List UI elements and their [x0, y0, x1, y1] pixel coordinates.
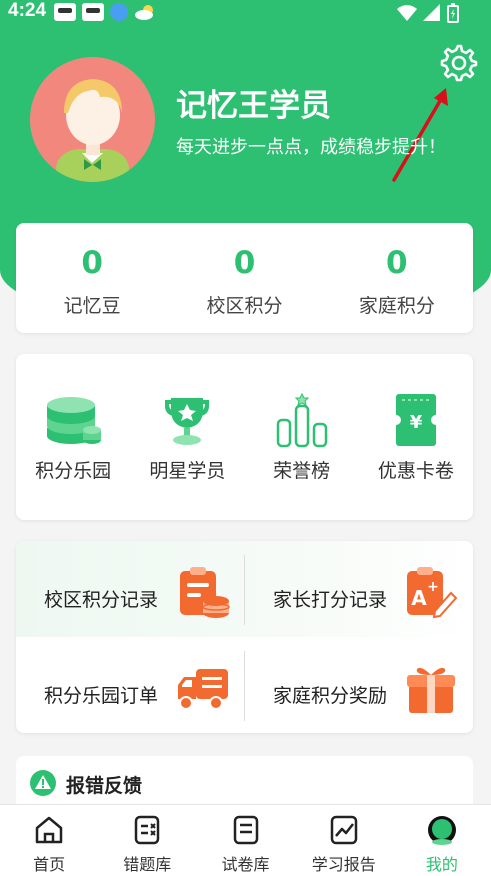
nav-mine[interactable]: 我的 [393, 805, 491, 876]
points-park-orders-link[interactable]: 积分乐园订单 [16, 637, 244, 733]
wrong-questions-icon [135, 815, 160, 845]
bottom-navigation: 首页 错题库 试卷库 学习报告 我的 [0, 804, 491, 876]
campus-points-record-link[interactable]: 校区积分记录 [16, 541, 244, 637]
coins-icon [47, 397, 102, 444]
gift-icon [407, 667, 455, 713]
grade-edit-icon: A + [407, 567, 457, 619]
record-label: 家庭积分奖励 [273, 685, 388, 707]
warning-icon [30, 770, 56, 796]
svg-text:A: A [411, 586, 427, 610]
nav-wrong-questions[interactable]: 错题库 [98, 805, 196, 876]
coupon-icon: ¥ [390, 394, 441, 446]
gear-icon [440, 44, 478, 82]
record-label: 家长打分记录 [273, 589, 388, 611]
app-notification-icon [82, 3, 104, 21]
podium-icon [276, 392, 327, 448]
feature-star-students[interactable]: 明星学员 [130, 354, 244, 520]
home-icon [35, 816, 63, 844]
parent-rating-record-link[interactable]: 家长打分记录 A + [245, 541, 473, 637]
page-title: 记忆王学员 [176, 88, 331, 124]
status-bar: 4:24 [0, 0, 491, 26]
weather-icon [134, 3, 156, 21]
system-status-icons [397, 3, 459, 23]
svg-text:+: + [427, 579, 439, 595]
student-avatar-icon [56, 79, 129, 182]
delivery-truck-icon [178, 669, 228, 710]
features-card: 积分乐园 明星学员 荣誉榜 ¥ 优惠卡卷 [16, 354, 473, 520]
nav-test-papers[interactable]: 试卷库 [196, 805, 294, 876]
signal-icon [423, 4, 440, 21]
trophy-icon [165, 398, 210, 445]
stat-label: 记忆豆 [63, 295, 121, 317]
nav-label: 我的 [425, 855, 458, 874]
clipboard-coins-icon [180, 567, 230, 618]
stat-family-points[interactable]: 0 家庭积分 [321, 223, 473, 333]
report-chart-icon [330, 815, 357, 845]
feature-honor-board[interactable]: 荣誉榜 [245, 354, 359, 520]
record-label: 积分乐园订单 [44, 685, 159, 707]
record-label: 校区积分记录 [44, 589, 159, 611]
family-points-reward-link[interactable]: 家庭积分奖励 [245, 637, 473, 733]
avatar[interactable] [30, 57, 155, 182]
stat-value: 0 [81, 245, 103, 281]
battery-icon [447, 3, 459, 23]
download-icon [110, 3, 128, 21]
settings-button[interactable] [440, 44, 478, 82]
app-notification-icon [54, 3, 76, 21]
nav-label: 试卷库 [221, 855, 270, 874]
feature-points-park[interactable]: 积分乐园 [16, 354, 130, 520]
feature-label: 明星学员 [149, 460, 226, 482]
status-time: 4:24 [8, 0, 47, 21]
svg-text:¥: ¥ [410, 412, 423, 433]
nav-study-report[interactable]: 学习报告 [295, 805, 393, 876]
stat-memory-beans[interactable]: 0 记忆豆 [16, 223, 168, 333]
nav-label: 学习报告 [311, 855, 376, 874]
stat-campus-points[interactable]: 0 校区积分 [168, 223, 320, 333]
feature-label: 荣誉榜 [273, 460, 331, 482]
notification-icons [54, 3, 156, 21]
nav-label: 首页 [33, 855, 66, 874]
stat-value: 0 [233, 245, 256, 281]
feature-label: 优惠卡卷 [377, 460, 454, 482]
paper-icon [233, 815, 258, 845]
profile-icon [427, 816, 456, 845]
feature-label: 积分乐园 [35, 460, 112, 482]
wifi-icon [397, 5, 417, 21]
stat-label: 校区积分 [206, 295, 283, 317]
feedback-label: 报错反馈 [66, 775, 143, 797]
stat-value: 0 [386, 245, 408, 281]
page-subtitle: 每天进步一点点，成绩稳步提升！ [176, 137, 446, 158]
points-summary-card: 0 记忆豆 0 校区积分 0 家庭积分 [16, 223, 473, 333]
stat-label: 家庭积分 [358, 295, 435, 317]
feature-coupons[interactable]: ¥ 优惠卡卷 [359, 354, 473, 520]
records-card: 校区积分记录 家长打分记录 A + 积分乐园订单 家庭积分奖励 [16, 541, 473, 733]
nav-label: 错题库 [123, 855, 172, 874]
nav-home[interactable]: 首页 [0, 805, 98, 876]
